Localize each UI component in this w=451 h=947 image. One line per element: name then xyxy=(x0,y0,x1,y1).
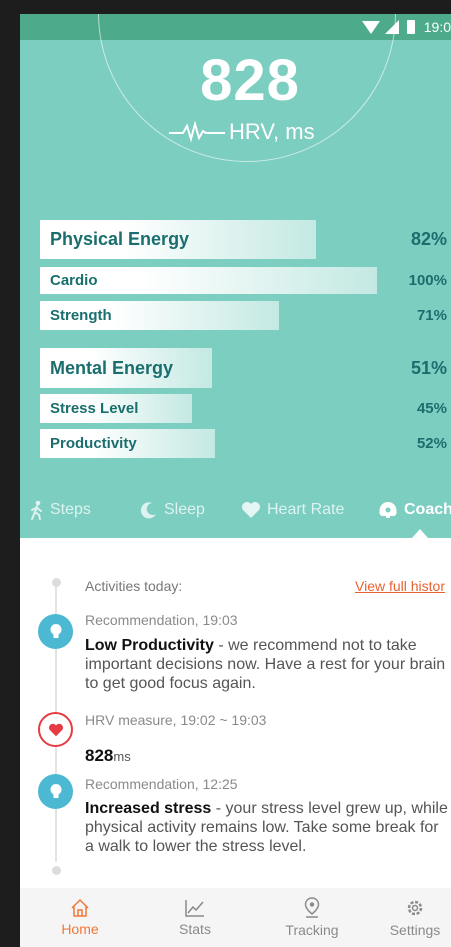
section-tabs: Steps Sleep Heart Rate Coach xyxy=(20,492,451,528)
hrv-measure-number: 828 xyxy=(85,746,114,765)
nav-settings[interactable]: Settings xyxy=(380,888,450,947)
hrv-unit-label: HRV, ms xyxy=(229,119,315,144)
hrv-value: 828 xyxy=(200,48,300,113)
status-time: 19:0 xyxy=(423,19,451,35)
tab-sleep[interactable]: Sleep xyxy=(140,492,205,528)
moon-icon xyxy=(140,502,156,519)
activities-header: Activities today: xyxy=(85,578,183,594)
view-history-link[interactable]: View full histor xyxy=(355,578,445,594)
lightbulb-icon xyxy=(38,614,73,649)
app-screen: 19:0 828 HRV, ms Physical Energy 82% Car… xyxy=(20,14,451,947)
tab-label: Sleep xyxy=(164,501,205,518)
energy-row-strength: Strength 71% xyxy=(40,301,451,330)
energy-row-stress: Stress Level 45% xyxy=(40,394,451,423)
nav-stats[interactable]: Stats xyxy=(165,888,225,947)
walking-icon xyxy=(31,500,42,520)
nav-label: Home xyxy=(61,921,99,937)
nav-label: Stats xyxy=(179,921,211,937)
tab-label: Coach xyxy=(404,501,451,518)
tab-coach[interactable]: Coach xyxy=(378,492,451,528)
energy-row-cardio: Cardio 100% xyxy=(40,267,451,294)
timeline-meta: Recommendation, 12:25 xyxy=(85,776,238,792)
timeline-end-dot xyxy=(52,866,61,875)
hrv-label: HRV, ms xyxy=(169,117,315,147)
energy-percent: 51% xyxy=(410,357,447,378)
active-tab-indicator xyxy=(412,529,428,538)
energy-percent: 45% xyxy=(416,400,447,417)
energy-row-physical: Physical Energy 82% xyxy=(40,220,451,259)
timeline-meta: Recommendation, 19:03 xyxy=(85,612,238,628)
lightbulb-icon xyxy=(38,774,73,809)
battery-icon xyxy=(406,20,415,34)
energy-label: Productivity xyxy=(50,435,137,452)
energy-percent: 52% xyxy=(416,435,447,452)
heart-icon xyxy=(242,502,260,518)
energy-percent: 71% xyxy=(416,307,447,324)
energy-percent: 100% xyxy=(408,272,447,289)
energy-label: Cardio xyxy=(50,272,98,289)
tab-label: Steps xyxy=(50,501,91,518)
pulse-icon xyxy=(169,121,225,143)
energy-percent: 82% xyxy=(410,229,447,249)
tab-steps[interactable]: Steps xyxy=(30,492,91,528)
bottom-navigation: Home Stats Tracking Settings xyxy=(20,888,451,947)
energy-label: Stress Level xyxy=(50,400,139,417)
recommendation-text: Increased stress - your stress level gre… xyxy=(85,799,451,856)
tab-label: Heart Rate xyxy=(267,501,345,518)
chart-icon xyxy=(185,900,204,917)
hrv-measure-value: 828ms xyxy=(85,746,131,766)
home-icon xyxy=(71,898,89,917)
energy-row-productivity: Productivity 52% xyxy=(40,429,451,458)
heart-measure-icon xyxy=(38,712,73,747)
nav-home[interactable]: Home xyxy=(50,888,110,947)
nav-label: Tracking xyxy=(285,922,339,938)
energy-label: Physical Energy xyxy=(50,229,190,249)
energy-label: Strength xyxy=(50,307,112,324)
recommendation-title: Low Productivity xyxy=(85,637,214,654)
nav-label: Settings xyxy=(389,922,441,938)
recommendation-text: Low Productivity - we recommend not to t… xyxy=(85,636,451,693)
tab-heart-rate[interactable]: Heart Rate xyxy=(241,492,344,528)
recommendation-title: Increased stress xyxy=(85,800,212,817)
location-pin-icon xyxy=(304,897,320,918)
timeline-start-dot xyxy=(52,578,61,587)
timeline-meta: HRV measure, 19:02 ~ 19:03 xyxy=(85,712,267,728)
coach-icon xyxy=(379,502,397,518)
nav-tracking[interactable]: Tracking xyxy=(272,888,352,947)
hrv-measure-unit: ms xyxy=(113,749,131,764)
gear-icon xyxy=(407,900,423,916)
energy-row-mental: Mental Energy 51% xyxy=(40,348,451,388)
activity-timeline: Activities today: View full histor Recom… xyxy=(20,538,451,888)
energy-label: Mental Energy xyxy=(50,357,174,378)
